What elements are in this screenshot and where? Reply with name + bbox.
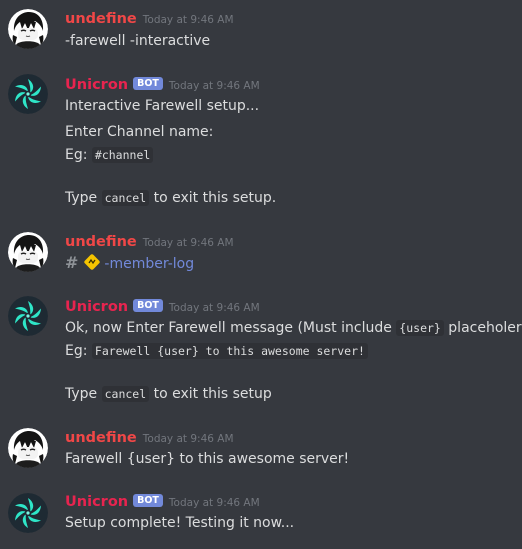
user-avatar-icon[interactable]	[8, 232, 48, 272]
inline-code: #channel	[91, 147, 154, 163]
username[interactable]: undefine	[65, 9, 137, 29]
username[interactable]: Unicron	[65, 297, 128, 317]
message-text: -farewell -interactive	[65, 33, 211, 49]
text-prefix: Eg:	[65, 343, 92, 359]
message-text: Setup complete! Testing it now...	[65, 515, 295, 531]
inline-code: cancel	[101, 190, 150, 206]
message-text: Enter Channel name:	[65, 124, 214, 140]
yellow-diamond-emoji-icon	[83, 253, 101, 271]
text-suffix: to exit this setup	[149, 386, 272, 402]
text-prefix: Ok, now Enter Farewell message (Must inc…	[65, 320, 397, 336]
inline-code: {user}	[396, 320, 444, 336]
bot-avatar-icon[interactable]	[8, 296, 48, 336]
bot-avatar-icon[interactable]	[8, 493, 48, 533]
username[interactable]: Unicron	[65, 492, 128, 512]
timestamp: Today at 9:46 AM	[142, 432, 234, 445]
message-header: undefine Today at 9:46 AM	[65, 427, 234, 447]
message-header: undefine Today at 9:46 AM	[65, 8, 234, 28]
message-header: undefine Today at 9:46 AM	[65, 231, 234, 251]
text-prefix: Type	[65, 386, 102, 402]
bot-tag: BOT	[133, 299, 163, 312]
username[interactable]: Unicron	[65, 75, 128, 95]
timestamp: Today at 9:46 AM	[168, 301, 260, 314]
message-text: Interactive Farewell setup...	[65, 98, 260, 114]
channel-hash-icon: #	[65, 253, 79, 272]
text-prefix: Eg:	[65, 147, 92, 163]
inline-code: Farewell {user} to this awesome server!	[91, 343, 368, 359]
message-text: Type cancel to exit this setup	[65, 384, 272, 404]
timestamp: Today at 9:46 AM	[168, 79, 260, 92]
message-header: Unicron BOT Today at 9:46 AM	[65, 296, 260, 316]
timestamp: Today at 9:46 AM	[142, 236, 234, 249]
bot-avatar-icon[interactable]	[8, 74, 48, 114]
channel-mention[interactable]: # -member-log	[65, 253, 194, 274]
message-text: Farewell {user} to this awesome server!	[65, 451, 350, 467]
message-text: Ok, now Enter Farewell message (Must inc…	[65, 318, 522, 338]
bot-tag: BOT	[133, 77, 163, 90]
bot-tag: BOT	[133, 494, 163, 507]
message-header: Unicron BOT Today at 9:46 AM	[65, 491, 260, 511]
text-prefix: Type	[65, 190, 102, 206]
text-suffix: placeholer)	[443, 320, 522, 336]
message-text: Eg: #channel	[65, 145, 154, 165]
timestamp: Today at 9:46 AM	[168, 496, 260, 509]
message-text: Eg: Farewell {user} to this awesome serv…	[65, 341, 368, 361]
inline-code: cancel	[101, 386, 150, 402]
user-avatar-icon[interactable]	[8, 428, 48, 468]
text-suffix: to exit this setup.	[149, 190, 277, 206]
username[interactable]: undefine	[65, 232, 137, 252]
message-header: Unicron BOT Today at 9:46 AM	[65, 74, 260, 94]
timestamp: Today at 9:46 AM	[142, 13, 234, 26]
channel-name[interactable]: -member-log	[104, 256, 194, 272]
message-text: Type cancel to exit this setup.	[65, 188, 276, 208]
user-avatar-icon[interactable]	[8, 9, 48, 49]
username[interactable]: undefine	[65, 428, 137, 448]
